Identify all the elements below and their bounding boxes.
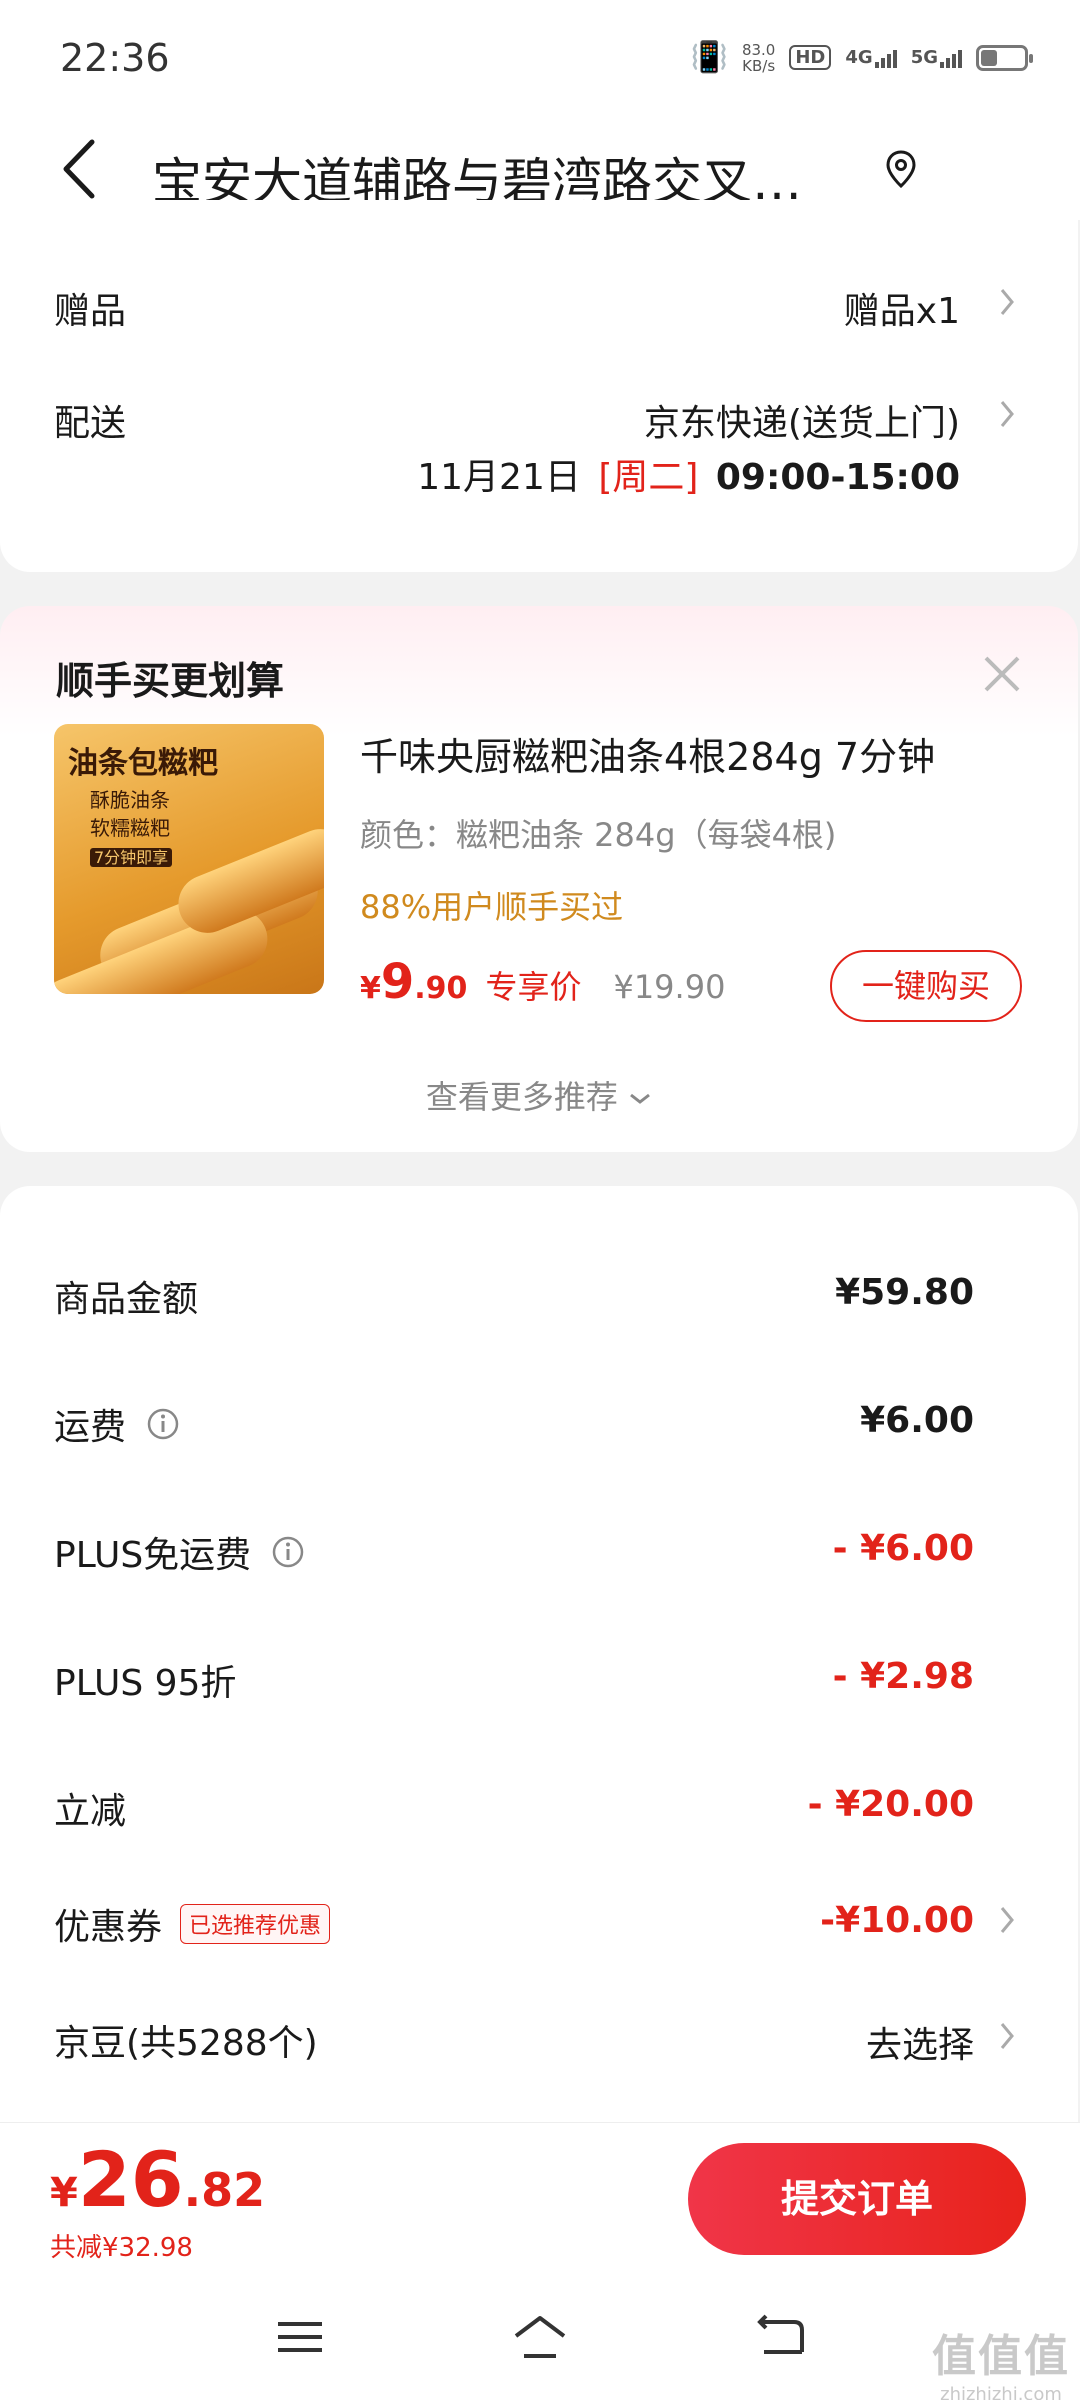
product-image[interactable]: 油条包糍粑 酥脆油条 软糯糍粑 7分钟即享	[54, 724, 324, 994]
status-time: 22:36	[60, 36, 170, 80]
close-icon[interactable]	[982, 654, 1022, 694]
chevron-right-icon[interactable]	[998, 2020, 1016, 2052]
status-bar: 22:36 📳 83.0 KB/s HD 4G 5G	[0, 0, 1080, 120]
chevron-right-icon[interactable]	[998, 398, 1016, 430]
chevron-right-icon[interactable]	[998, 286, 1016, 318]
vibrate-icon: 📳	[690, 40, 728, 75]
coupon-tag: 已选推荐优惠	[180, 1904, 331, 1944]
exclusive-price-label: 专享价	[485, 968, 582, 1006]
delivery-time-range: 09:00-15:00	[715, 457, 960, 498]
one-click-buy-button[interactable]: 一键购买	[830, 950, 1022, 1022]
summary-row-label: 京豆(共5288个)	[54, 2023, 318, 2064]
recommend-title: 顺手买更划算	[56, 659, 285, 703]
signal-5g-icon: 5G	[911, 47, 962, 68]
total-price: ¥ 26 .82	[50, 2135, 266, 2224]
chevron-right-icon[interactable]	[998, 1904, 1016, 1936]
summary-row-label: 运费	[54, 1398, 180, 1450]
jingdou-select[interactable]: 去选择	[866, 2016, 974, 2068]
shipping-fee: ¥6.00	[860, 1400, 974, 1441]
chevron-down-icon	[630, 1093, 651, 1104]
hd-icon: HD	[789, 45, 832, 70]
product-name[interactable]: 千味央厨糍粑油条4根284g 7分钟	[360, 726, 935, 781]
instant-discount: - ¥20.00	[807, 1784, 974, 1825]
submit-order-button[interactable]: 提交订单	[688, 2143, 1026, 2255]
checkout-bar: ¥ 26 .82 共减¥32.98 提交订单	[0, 2122, 1080, 2272]
signal-4g-icon: 4G	[845, 47, 897, 68]
battery-icon	[976, 44, 1033, 71]
delivery-card: 赠品 赠品x1 配送 京东快递(送货上门) 11月21日 [周二] 09:00-…	[0, 200, 1078, 572]
shipping-method[interactable]: 京东快递(送货上门)	[644, 394, 960, 446]
delivery-date: 11月21日	[417, 457, 581, 498]
summary-row-label: 立减	[54, 1791, 127, 1832]
watermark: 值值值 zhizhizhi.com	[932, 2331, 1070, 2400]
summary-row-label: PLUS免运费	[54, 1526, 305, 1578]
coupon-value[interactable]: -¥10.00	[820, 1900, 974, 1941]
back-icon[interactable]	[750, 2312, 810, 2362]
plus-free-shipping: - ¥6.00	[832, 1528, 974, 1569]
gift-value[interactable]: 赠品x1	[844, 282, 960, 334]
more-recommend-link[interactable]: 查看更多推荐	[0, 1072, 1078, 1118]
recommend-card: 顺手买更划算 油条包糍粑 酥脆油条 软糯糍粑 7分钟即享 千味央厨糍粑油条4根2…	[0, 606, 1078, 1152]
goods-amount: ¥59.80	[835, 1272, 974, 1313]
delivery-weekday: [周二]	[598, 457, 699, 498]
shipping-label: 配送	[54, 403, 127, 444]
chevron-left-icon[interactable]	[52, 134, 112, 204]
info-icon[interactable]	[146, 1407, 180, 1441]
location-pin-icon[interactable]	[884, 148, 918, 192]
price-summary-card: 商品金额 ¥59.80 运费 ¥6.00 PLUS免运费 - ¥6.00 PLU…	[0, 1186, 1078, 2236]
bought-rate: 88%用户顺手买过	[360, 888, 624, 926]
product-spec: 颜色：糍粑油条 284g（每袋4根)	[360, 816, 837, 854]
summary-row-label: PLUS 95折	[54, 1663, 237, 1704]
menu-icon[interactable]	[270, 2312, 330, 2362]
summary-row-label: 优惠券 已选推荐优惠	[54, 1898, 331, 1950]
plus-discount: - ¥2.98	[832, 1656, 974, 1697]
home-icon[interactable]	[510, 2312, 570, 2362]
info-icon[interactable]	[271, 1535, 305, 1569]
status-icons: 📳 83.0 KB/s HD 4G 5G	[690, 40, 1033, 75]
network-speed: 83.0 KB/s	[741, 40, 776, 75]
summary-row-label: 商品金额	[54, 1279, 199, 1320]
gift-label: 赠品	[54, 291, 127, 332]
system-nav-bar	[0, 2272, 1080, 2400]
total-saved: 共减¥32.98	[50, 2233, 193, 2263]
original-price: ¥19.90	[613, 968, 726, 1006]
product-price: ¥ 9 .90 专享价 ¥19.90	[360, 954, 726, 1010]
delivery-time[interactable]: 11月21日 [周二] 09:00-15:00	[417, 448, 960, 500]
